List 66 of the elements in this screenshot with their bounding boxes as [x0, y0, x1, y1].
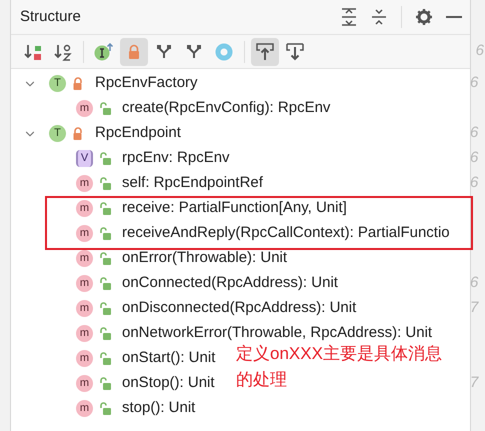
minimize-icon[interactable]	[446, 15, 462, 19]
lock-icon	[99, 102, 111, 115]
settings-icon[interactable]	[416, 9, 432, 25]
symbol-badge: m	[76, 175, 93, 192]
symbol-badge: T	[49, 125, 66, 142]
scroll-from-source-icon	[256, 42, 274, 60]
symbol-badge: m	[76, 250, 93, 267]
symbol-badge: m	[76, 350, 93, 367]
lock-icon	[99, 377, 111, 390]
line-number: 6	[476, 41, 484, 62]
tree-item[interactable]: create(RpcEnvConfig): RpcEnv	[122, 97, 330, 120]
tree-item[interactable]: receiveAndReply(RpcCallContext): PartialFunctio	[122, 222, 450, 245]
lock-icon	[99, 152, 111, 165]
tree-item[interactable]: RpcEnvFactory	[95, 72, 198, 95]
lock-icon	[99, 302, 111, 315]
ring-icon	[215, 42, 233, 60]
lock-icon	[99, 402, 111, 415]
lock-icon	[99, 252, 111, 265]
tree-item[interactable]: onError(Throwable): Unit	[122, 247, 288, 270]
tree-item[interactable]: self: RpcEndpointRef	[122, 172, 263, 195]
line-number: 6	[470, 273, 478, 294]
fork-icon	[156, 44, 172, 60]
lock-icon	[72, 127, 84, 140]
sort-visibility-icon	[24, 42, 42, 60]
line-number: 6	[470, 123, 478, 144]
tree-item[interactable]: stop(): Unit	[122, 397, 196, 420]
tree-item[interactable]: rpcEnv: RpcEnv	[122, 147, 230, 170]
symbol-badge: m	[76, 400, 93, 417]
lock-icon	[99, 202, 111, 215]
lock-icon	[72, 77, 84, 90]
line-number: 6	[470, 148, 478, 168]
tree-item[interactable]: receive: PartialFunction[Any, Unit]	[122, 197, 347, 220]
lock-icon	[99, 277, 111, 290]
tree-item[interactable]: onNetworkError(Throwable, RpcAddress): Unit	[122, 322, 432, 345]
symbol-badge: m	[76, 275, 93, 292]
expand-all-icon[interactable]	[341, 8, 357, 26]
annotation-text: 定义onXXX主要是具体消息 的处理	[236, 343, 442, 391]
symbol-badge: m	[76, 200, 93, 217]
line-number: 6	[470, 73, 478, 94]
line-number: 7	[470, 373, 478, 394]
line-number: 6	[470, 173, 478, 194]
sort-alpha-icon	[54, 42, 72, 60]
lock-icon	[127, 44, 141, 60]
symbol-badge: m	[76, 375, 93, 392]
line-number: 7	[470, 298, 478, 318]
scroll-to-source-icon	[286, 42, 304, 60]
symbol-badge: m	[76, 225, 93, 242]
symbol-badge: V	[76, 150, 93, 167]
lock-icon	[99, 227, 111, 240]
symbol-badge: T	[49, 75, 66, 92]
tree-item[interactable]: onConnected(RpcAddress): Unit	[122, 272, 338, 295]
lock-icon	[99, 177, 111, 190]
tree-item[interactable]: onStop(): Unit	[122, 372, 215, 395]
symbol-badge: m	[76, 325, 93, 342]
panel-title: Structure	[20, 6, 81, 27]
fork-icon	[186, 44, 202, 60]
tree-item[interactable]: onDisconnected(RpcAddress): Unit	[122, 297, 356, 320]
toolbar-button[interactable]	[251, 38, 279, 66]
symbol-badge: m	[76, 100, 93, 117]
lock-icon	[99, 352, 111, 365]
symbol-badge: m	[76, 300, 93, 317]
inherited-icon	[94, 42, 114, 60]
collapse-all-icon[interactable]	[371, 8, 387, 26]
tree-item[interactable]: RpcEndpoint	[95, 122, 181, 145]
tree-item[interactable]: onStart(): Unit	[122, 347, 216, 370]
lock-icon	[99, 327, 111, 340]
